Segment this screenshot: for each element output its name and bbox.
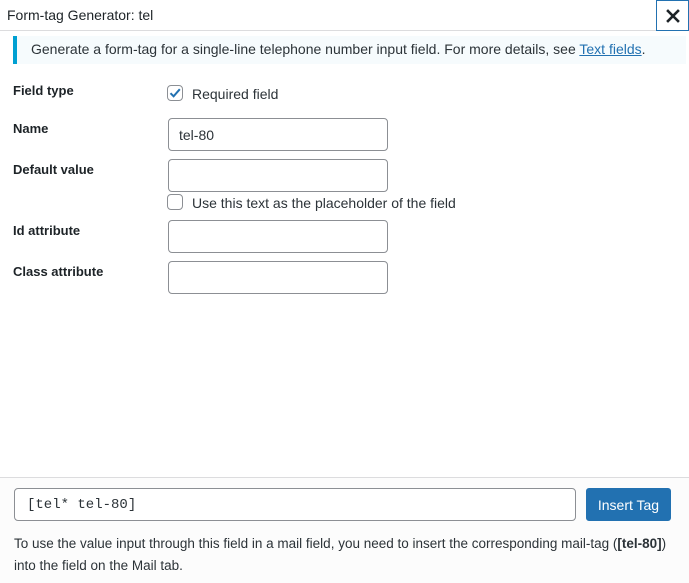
placeholder-checkbox-label: Use this text as the placeholder of the …	[192, 195, 456, 211]
name-input[interactable]	[168, 118, 388, 151]
notice-suffix: .	[641, 41, 646, 57]
description-notice: Generate a form-tag for a single-line te…	[13, 36, 686, 64]
id-attribute-input[interactable]	[168, 220, 388, 253]
dialog-header: Form-tag Generator: tel	[0, 0, 689, 31]
dialog-footer: Insert Tag To use the value input throug…	[0, 477, 689, 583]
name-label: Name	[13, 121, 49, 136]
dialog-title: Form-tag Generator: tel	[7, 7, 154, 23]
required-field-label: Required field	[192, 86, 279, 102]
checkmark-icon	[168, 86, 182, 100]
field-type-label: Field type	[13, 83, 74, 98]
default-value-input[interactable]	[168, 159, 388, 192]
class-attribute-label: Class attribute	[13, 264, 104, 279]
close-icon	[665, 8, 680, 23]
notice-text: Generate a form-tag for a single-line te…	[31, 41, 580, 57]
required-field-checkbox[interactable]	[167, 85, 183, 101]
mail-tag-note-before: To use the value input through this fiel…	[14, 536, 618, 551]
text-fields-link[interactable]: Text fields	[579, 41, 641, 57]
class-attribute-input[interactable]	[168, 261, 388, 294]
placeholder-checkbox[interactable]	[167, 194, 183, 210]
mail-tag-code: [tel-80]	[617, 536, 662, 551]
default-value-label: Default value	[13, 162, 94, 177]
form-tag-output[interactable]	[14, 488, 576, 521]
form-tag-generator-dialog: Form-tag Generator: tel Generate a form-…	[0, 0, 689, 583]
id-attribute-label: Id attribute	[13, 223, 81, 238]
close-button[interactable]	[656, 0, 689, 31]
mail-tag-note: To use the value input through this fiel…	[14, 533, 684, 577]
insert-tag-button[interactable]: Insert Tag	[586, 488, 671, 521]
